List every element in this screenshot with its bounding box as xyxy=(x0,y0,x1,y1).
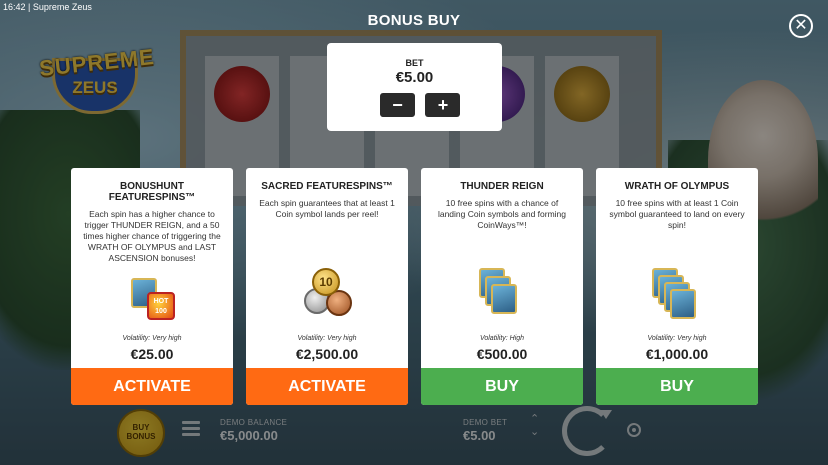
close-button[interactable]: ✕ xyxy=(789,14,813,38)
card-description: Each spin has a higher chance to trigger… xyxy=(83,209,221,263)
card-description: 10 free spins with a chance of landing C… xyxy=(437,198,567,230)
bonus-card-bonushunt: BONUSHUNT FEATURESPINS™ Each spin has a … xyxy=(71,168,233,405)
increase-bet-button[interactable]: + xyxy=(425,93,461,117)
card-art xyxy=(596,268,758,328)
decrease-bet-button[interactable]: − xyxy=(380,93,415,117)
card-description: 10 free spins with at least 1 Coin symbo… xyxy=(609,198,745,230)
bet-panel-amount: €5.00 xyxy=(395,69,434,86)
card-title: SACRED FEATURESPINS™ xyxy=(261,181,393,192)
card-art: 10 xyxy=(246,268,408,328)
bet-panel-label: BET xyxy=(405,58,424,68)
card-volatility: Volatility: Very high xyxy=(122,335,182,342)
card-volatility: Volatility: Very high xyxy=(647,335,707,342)
card-art: HOT 100 xyxy=(71,268,233,328)
buy-button[interactable]: BUY xyxy=(596,368,758,405)
bonus-card-thunder-reign: THUNDER REIGN 10 free spins with a chanc… xyxy=(421,168,583,405)
activate-button[interactable]: ACTIVATE xyxy=(71,368,233,405)
bet-panel: BET €5.00 − + xyxy=(327,43,502,131)
card-title: THUNDER REIGN xyxy=(460,181,544,192)
card-price: €25.00 xyxy=(130,346,174,362)
bonus-card-wrath-of-olympus: WRATH OF OLYMPUS 10 free spins with at l… xyxy=(596,168,758,405)
activate-button[interactable]: ACTIVATE xyxy=(246,368,408,405)
zeus-symbol-icon xyxy=(670,289,696,319)
bonus-card-sacred: SACRED FEATURESPINS™ Each spin guarantee… xyxy=(246,168,408,405)
buy-button[interactable]: BUY xyxy=(421,368,583,405)
card-price: €500.00 xyxy=(476,346,528,362)
card-price: €2,500.00 xyxy=(295,346,359,362)
card-art xyxy=(421,268,583,328)
hot-symbol-icon: HOT 100 xyxy=(147,292,175,320)
card-title: WRATH OF OLYMPUS xyxy=(624,181,730,192)
card-price: €1,000.00 xyxy=(645,346,709,362)
card-description: Each spin guarantees that at least 1 Coi… xyxy=(259,198,395,219)
card-volatility: Volatility: High xyxy=(479,335,525,342)
page-title: BONUS BUY xyxy=(367,12,461,29)
gold-coin-icon: 10 xyxy=(312,268,340,296)
status-bar: 16:42 | Supreme Zeus xyxy=(3,2,92,12)
close-icon: ✕ xyxy=(794,17,808,34)
card-volatility: Volatility: Very high xyxy=(297,335,357,342)
zeus-symbol-icon xyxy=(491,284,517,314)
card-title: BONUSHUNT FEATURESPINS™ xyxy=(108,181,196,203)
